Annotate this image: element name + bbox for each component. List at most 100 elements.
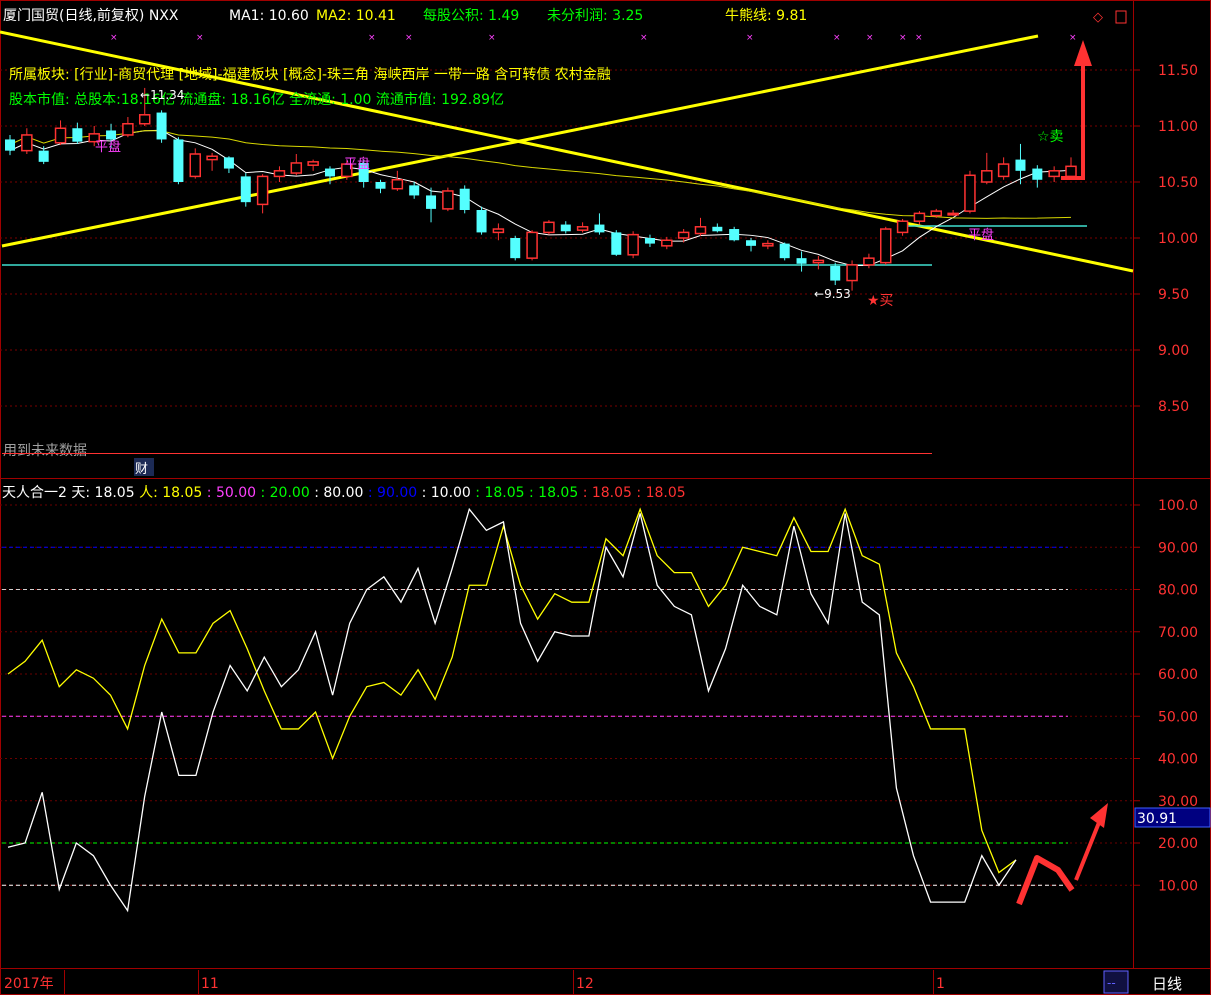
ma2-line bbox=[9, 130, 1072, 219]
scroll-button-label: -- bbox=[1107, 976, 1116, 990]
candle bbox=[206, 152, 218, 171]
candle bbox=[240, 173, 251, 207]
tian-line bbox=[7, 507, 1017, 913]
flat-tag: 平盘 bbox=[968, 227, 994, 243]
candle bbox=[913, 211, 926, 225]
indicator-tick-label: 70.00 bbox=[1158, 625, 1198, 641]
candle bbox=[947, 210, 959, 216]
candle bbox=[729, 226, 740, 242]
candle bbox=[712, 223, 723, 233]
time-axis: 2017年 11 12 1 bbox=[4, 970, 945, 994]
indicator-grid bbox=[0, 504, 1133, 886]
future-data-warning: 用到未来数据 bbox=[3, 443, 87, 459]
flat-tag: 平盘 bbox=[95, 139, 121, 155]
candle bbox=[122, 117, 134, 138]
marker: × bbox=[1069, 33, 1077, 43]
period-selector[interactable]: 日线 bbox=[1152, 975, 1182, 993]
marker-row: × × × × × × × × × × × × bbox=[110, 33, 1077, 43]
price-tick-label: 8.50 bbox=[1158, 399, 1189, 415]
time-label: 11 bbox=[201, 976, 219, 992]
ma1-line bbox=[9, 129, 1072, 267]
stock-title: 厦门国贸(日线,前复权) NXX bbox=[3, 7, 179, 24]
candle bbox=[896, 218, 909, 236]
candle bbox=[779, 242, 790, 261]
indicator-tick-label: 10.00 bbox=[1158, 878, 1198, 894]
candle bbox=[21, 128, 33, 154]
candle bbox=[594, 213, 605, 235]
indicator-tick-label: 40.00 bbox=[1158, 752, 1198, 768]
per-share-fund: 每股公积: 1.49 bbox=[423, 8, 519, 24]
candle bbox=[560, 221, 571, 234]
price-tick-label: 10.50 bbox=[1158, 175, 1198, 191]
candle bbox=[644, 234, 655, 247]
indicator-tick-label: 60.00 bbox=[1158, 667, 1198, 683]
diamond-icon[interactable]: ◇ bbox=[1093, 10, 1103, 25]
marker: × bbox=[196, 33, 204, 43]
candle bbox=[997, 157, 1010, 180]
price-tick-label: 11.50 bbox=[1158, 63, 1198, 79]
candle bbox=[173, 137, 184, 185]
price-tick-label: 9.00 bbox=[1158, 343, 1189, 359]
bull-bear-line: 牛熊线: 9.81 bbox=[725, 8, 807, 24]
candle bbox=[964, 170, 976, 214]
marker: × bbox=[899, 33, 907, 43]
ren-line bbox=[7, 507, 1017, 874]
kline-window[interactable]: 11.50 11.00 10.50 10.00 9.50 9.00 8.50 × × × ×… bbox=[0, 0, 1211, 995]
marker: × bbox=[866, 33, 874, 43]
candle bbox=[694, 217, 707, 236]
window-toggle-icon[interactable] bbox=[1115, 10, 1127, 24]
buy-signal: ★买 bbox=[867, 293, 894, 309]
candle bbox=[1032, 165, 1043, 188]
candle bbox=[762, 240, 774, 250]
flat-tag: 平盘 bbox=[344, 156, 370, 172]
candle bbox=[54, 120, 67, 146]
candle bbox=[375, 179, 386, 194]
finance-badge-label: 财 bbox=[135, 462, 148, 477]
red-arrow-up bbox=[1061, 40, 1092, 180]
marker: × bbox=[915, 33, 923, 43]
red-arrow-down bbox=[1016, 803, 1108, 906]
candle bbox=[746, 238, 757, 252]
marker: × bbox=[640, 33, 648, 43]
capital-info: 股本市值: 总股本:18.16亿 流通盘: 18.16亿 全流通: 1.00 流… bbox=[9, 91, 504, 108]
indicator-legend: 天人合一2 天: 18.05 人: 18.05 : 50.00 : 20.00 … bbox=[2, 485, 686, 501]
marker: × bbox=[833, 33, 841, 43]
time-label: 12 bbox=[576, 976, 594, 992]
ma1-label: MA1: 10.60 bbox=[229, 8, 309, 24]
candle bbox=[256, 174, 269, 214]
candle bbox=[391, 170, 404, 191]
candle bbox=[307, 159, 319, 171]
marker: × bbox=[110, 33, 118, 43]
marker: × bbox=[488, 33, 496, 43]
low-label: ←9.53 bbox=[814, 287, 851, 301]
indicator-tick-label: 80.00 bbox=[1158, 583, 1198, 599]
moving-averages bbox=[9, 129, 1072, 267]
cursor-value: 30.91 bbox=[1137, 811, 1177, 827]
candle bbox=[442, 187, 454, 212]
sell-signal: ☆卖 bbox=[1037, 129, 1064, 145]
high-label: ←11.34 bbox=[140, 88, 184, 102]
candle bbox=[1048, 166, 1060, 182]
candle bbox=[38, 146, 49, 165]
candle bbox=[156, 110, 167, 143]
candle bbox=[476, 206, 487, 235]
candle bbox=[576, 222, 589, 233]
marker: × bbox=[746, 33, 754, 43]
marker: × bbox=[368, 33, 376, 43]
candle bbox=[543, 220, 555, 235]
indicator-tick-label: 90.00 bbox=[1158, 540, 1198, 556]
indicator-axis: 100.0 90.00 80.00 70.00 60.00 50.00 40.00 30.00… bbox=[1133, 498, 1198, 894]
candle bbox=[879, 226, 892, 265]
indicator-tick-label: 30.00 bbox=[1158, 794, 1198, 810]
sector-info: 所属板块: [行业]-商贸代理 [地域]-福建板块 [概念]-珠三角 海峡西岸 … bbox=[9, 66, 611, 83]
candle bbox=[1015, 143, 1026, 185]
candle bbox=[426, 187, 437, 223]
candlesticks bbox=[5, 87, 1077, 291]
marker: × bbox=[405, 33, 413, 43]
candle bbox=[409, 182, 420, 199]
candle bbox=[223, 156, 234, 174]
candle bbox=[510, 235, 521, 261]
indicator-tick-label: 100.0 bbox=[1158, 498, 1198, 514]
candle bbox=[290, 154, 303, 176]
price-tick-label: 10.00 bbox=[1158, 231, 1198, 247]
